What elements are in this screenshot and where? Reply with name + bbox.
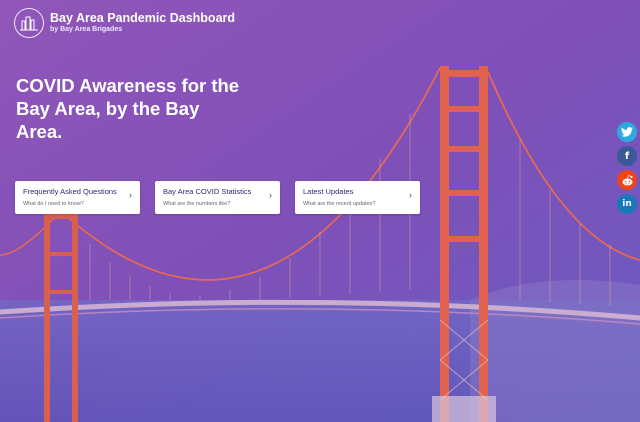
- facebook-share-button[interactable]: f: [617, 146, 637, 166]
- linkedin-share-button[interactable]: in: [617, 194, 637, 214]
- twitter-icon: [621, 127, 633, 137]
- site-header: Bay Area Pandemic Dashboard by Bay Area …: [14, 8, 235, 38]
- card-statistics[interactable]: Bay Area COVID Statistics What are the n…: [155, 181, 280, 214]
- brand-text: Bay Area Pandemic Dashboard by Bay Area …: [50, 11, 235, 35]
- card-title: Frequently Asked Questions: [23, 187, 117, 196]
- card-subtitle: What are the numbers like?: [163, 201, 231, 207]
- site-subtitle: by Bay Area Brigades: [50, 26, 123, 33]
- card-latest-updates[interactable]: Latest Updates What are the recent updat…: [295, 181, 420, 214]
- city-skyline-icon: [20, 16, 38, 31]
- facebook-icon: f: [624, 150, 630, 162]
- linkedin-icon: in: [622, 199, 632, 209]
- reddit-share-button[interactable]: [617, 170, 637, 190]
- chevron-right-icon: ›: [269, 190, 272, 200]
- hero-headline: COVID Awareness for the Bay Area, by the…: [16, 75, 240, 142]
- card-title: Bay Area COVID Statistics: [163, 187, 252, 196]
- card-faq[interactable]: Frequently Asked Questions What do I nee…: [15, 181, 140, 214]
- reddit-icon: [622, 174, 633, 185]
- bay-area-brigades-logo[interactable]: [14, 8, 44, 38]
- card-subtitle: What are the recent updates?: [303, 201, 376, 207]
- twitter-share-button[interactable]: [617, 122, 637, 142]
- chevron-right-icon: ›: [409, 190, 412, 200]
- nav-cards: Frequently Asked Questions What do I nee…: [15, 181, 435, 214]
- card-title: Latest Updates: [303, 187, 354, 196]
- site-title[interactable]: Bay Area Pandemic Dashboard: [50, 11, 235, 25]
- card-subtitle: What do I need to know?: [23, 201, 84, 207]
- social-share-bar: f in: [617, 122, 637, 218]
- chevron-right-icon: ›: [129, 190, 132, 200]
